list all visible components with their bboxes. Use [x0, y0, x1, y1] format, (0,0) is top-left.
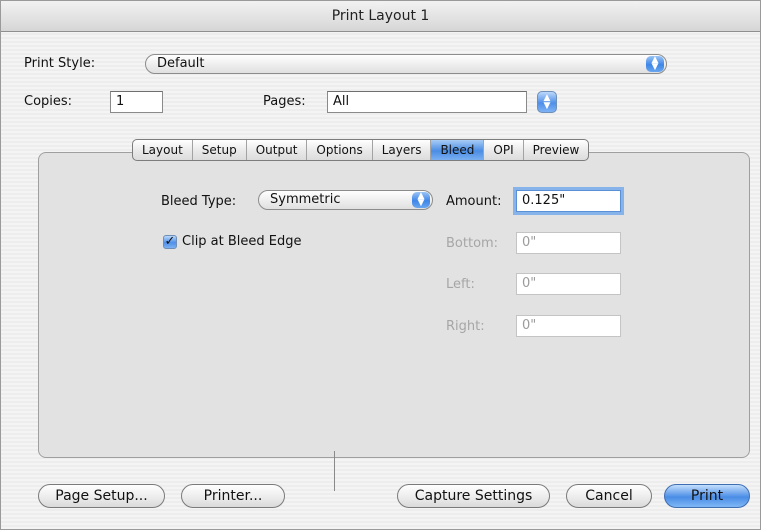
copies-label: Copies: [24, 94, 73, 109]
popup-arrows-icon: ▲ ▼ [412, 192, 430, 208]
popup-arrows-icon: ▲ ▼ [646, 56, 664, 72]
bottom-field: 0" [516, 232, 621, 254]
tab-output[interactable]: Output [247, 140, 308, 160]
bleed-type-label: Bleed Type: [161, 194, 237, 209]
right-field: 0" [516, 315, 621, 337]
clip-checkbox[interactable]: ✓ [163, 235, 177, 249]
amount-field[interactable]: 0.125" [516, 190, 621, 212]
window-title: Print Layout 1 [1, 1, 760, 32]
print-style-popup[interactable]: Default ▲ ▼ [145, 54, 667, 74]
button-divider [334, 451, 335, 491]
copies-field[interactable]: 1 [110, 91, 163, 113]
pages-label: Pages: [263, 94, 306, 109]
page-setup-button[interactable]: Page Setup... [38, 484, 165, 508]
amount-label: Amount: [446, 194, 502, 209]
tab-options[interactable]: Options [307, 140, 373, 160]
pages-stepper-icon[interactable]: ▲ ▼ [537, 91, 557, 113]
capture-settings-button[interactable]: Capture Settings [397, 484, 550, 508]
tab-setup[interactable]: Setup [193, 140, 247, 160]
printer-button[interactable]: Printer... [181, 484, 285, 508]
tab-preview[interactable]: Preview [524, 140, 589, 160]
bleed-type-popup[interactable]: Symmetric ▲ ▼ [258, 190, 433, 210]
print-style-label: Print Style: [24, 56, 96, 71]
print-dialog: Print Layout 1 Print Style: Default ▲ ▼ C… [0, 0, 761, 530]
tab-bar: Layout Setup Output Options Layers Bleed… [132, 139, 590, 161]
clip-label[interactable]: Clip at Bleed Edge [182, 234, 302, 249]
print-style-value: Default [157, 56, 205, 71]
left-field: 0" [516, 273, 621, 295]
cancel-button[interactable]: Cancel [566, 484, 652, 508]
left-label: Left: [446, 277, 475, 292]
right-label: Right: [446, 319, 485, 334]
tab-bleed[interactable]: Bleed [431, 140, 485, 160]
checkmark-icon: ✓ [164, 234, 176, 249]
tab-opi[interactable]: OPI [484, 140, 524, 160]
print-button[interactable]: Print [664, 484, 750, 508]
bottom-label: Bottom: [446, 236, 499, 251]
tab-layers[interactable]: Layers [373, 140, 432, 160]
pages-field[interactable]: All [327, 91, 527, 113]
tab-layout[interactable]: Layout [133, 140, 193, 160]
bleed-type-value: Symmetric [270, 192, 341, 207]
